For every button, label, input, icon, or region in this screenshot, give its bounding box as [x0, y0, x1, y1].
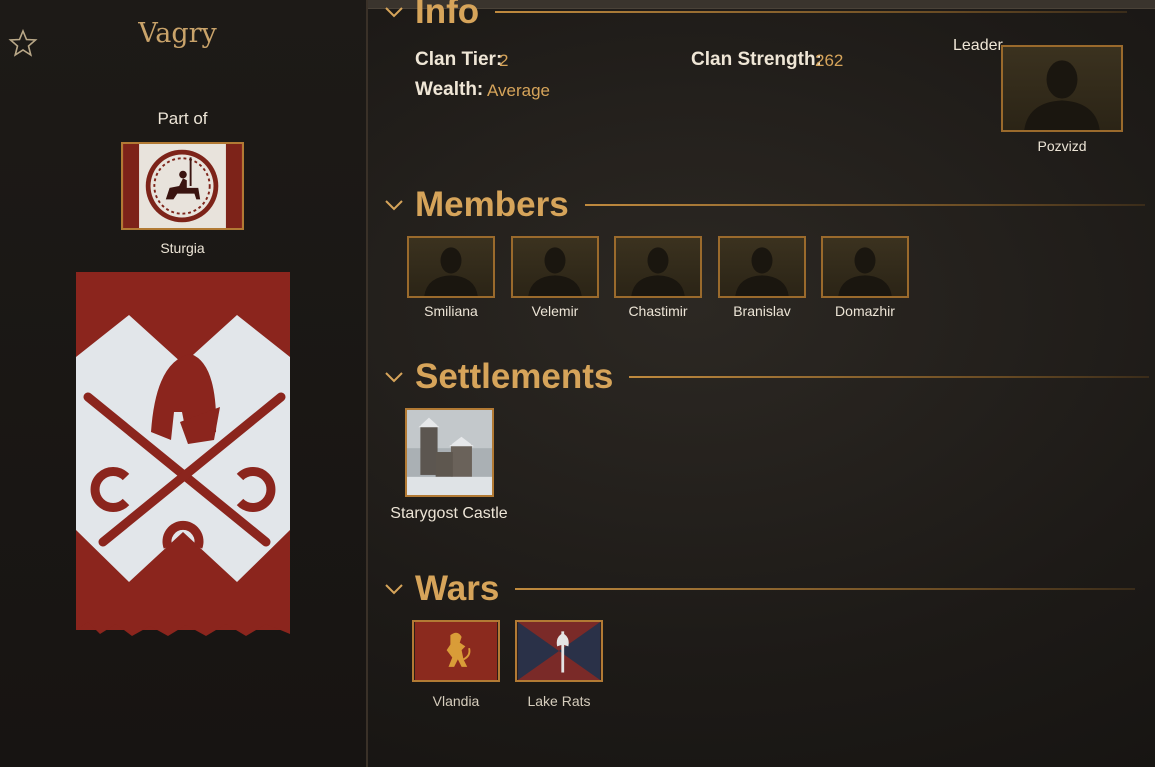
chevron-down-icon[interactable] — [383, 578, 405, 600]
divider — [515, 588, 1136, 590]
wars-section-header[interactable]: Wars — [383, 569, 1136, 609]
clan-banner — [76, 272, 290, 636]
settlements-section-header[interactable]: Settlements — [383, 357, 1150, 397]
divider — [495, 11, 1128, 13]
info-title: Info — [415, 0, 480, 31]
lion-icon — [414, 622, 498, 680]
axe-icon — [517, 622, 601, 680]
member-name[interactable]: Domazhir — [815, 303, 915, 319]
silhouette-icon — [735, 247, 789, 296]
silhouette-icon — [528, 247, 582, 296]
leader-label: Leader — [953, 37, 1003, 54]
kingdom-banner[interactable] — [121, 142, 244, 230]
war-banner-vlandia[interactable] — [412, 620, 500, 682]
kingdom-name[interactable]: Sturgia — [120, 240, 245, 256]
settlements-title: Settlements — [415, 357, 614, 396]
wars-title: Wars — [415, 569, 500, 608]
chevron-down-icon[interactable] — [383, 1, 405, 23]
member-name[interactable]: Chastimir — [608, 303, 708, 319]
chevron-down-icon[interactable] — [383, 194, 405, 216]
silhouette-icon — [1024, 60, 1100, 130]
star-icon[interactable] — [8, 28, 38, 58]
clan-strength-label: Clan Strength: — [691, 49, 822, 70]
castle-icon — [407, 410, 492, 495]
info-section-header[interactable]: Info — [383, 0, 1128, 32]
member-name[interactable]: Smiliana — [401, 303, 501, 319]
wealth-value: Average — [487, 81, 551, 100]
divider — [584, 204, 1145, 206]
clan-strength-value: 262 — [815, 51, 844, 70]
chevron-down-icon[interactable] — [383, 366, 405, 388]
settlement-thumbnail[interactable] — [405, 408, 494, 497]
member-portrait[interactable] — [614, 236, 702, 298]
silhouette-icon — [838, 247, 892, 296]
members-title: Members — [415, 185, 569, 224]
members-section-header[interactable]: Members — [383, 185, 1145, 225]
horseman-icon — [123, 144, 242, 228]
member-portrait[interactable] — [407, 236, 495, 298]
member-portrait[interactable] — [821, 236, 909, 298]
member-portrait[interactable] — [718, 236, 806, 298]
clan-name: Vagry — [138, 18, 217, 49]
silhouette-icon — [424, 247, 478, 296]
wealth-label: Wealth: — [415, 79, 484, 100]
leader-name[interactable]: Pozvizd — [1001, 138, 1123, 154]
member-name[interactable]: Branislav — [712, 303, 812, 319]
clan-tier-label: Clan Tier: — [415, 49, 503, 70]
clan-tier-value: 2 — [499, 51, 509, 70]
member-portrait[interactable] — [511, 236, 599, 298]
war-name[interactable]: Vlandia — [406, 693, 506, 709]
clan-sidebar: Vagry Part of Sturgia — [0, 0, 368, 767]
silhouette-icon — [631, 247, 685, 296]
war-banner-lake-rats[interactable] — [515, 620, 603, 682]
war-name[interactable]: Lake Rats — [509, 693, 609, 709]
member-name[interactable]: Velemir — [505, 303, 605, 319]
settlement-name[interactable]: Starygost Castle — [390, 504, 508, 523]
leader-portrait[interactable] — [1001, 45, 1123, 132]
divider — [629, 376, 1150, 378]
part-of-label: Part of — [157, 109, 208, 128]
